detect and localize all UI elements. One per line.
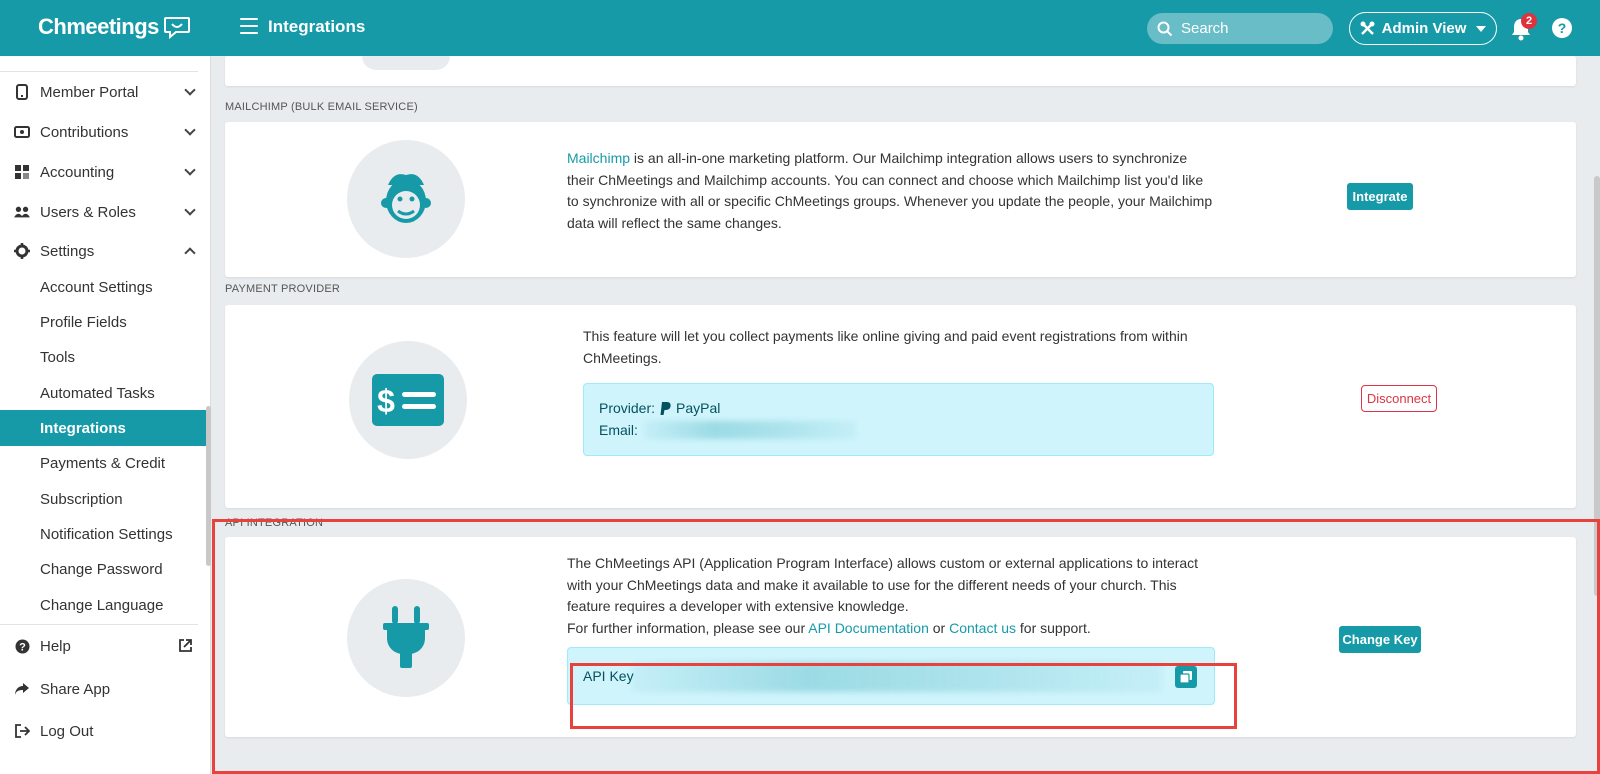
grid-icon: [14, 164, 30, 180]
disconnect-button[interactable]: Disconnect: [1361, 385, 1437, 412]
payment-description: This feature will let you collect paymen…: [583, 328, 1188, 366]
search-box[interactable]: [1147, 13, 1333, 44]
tools-icon: [1360, 21, 1375, 35]
mailchimp-card: Mailchimp is an all-in-one marketing pla…: [225, 122, 1576, 277]
help-icon[interactable]: ?: [1552, 18, 1572, 38]
copy-icon: [1180, 671, 1192, 683]
logo-chat-icon: [163, 17, 190, 39]
mailchimp-description: Mailchimp is an all-in-one marketing pla…: [567, 150, 1213, 231]
chevron-down-icon: [184, 124, 196, 136]
api-key-box: API Key: [567, 647, 1215, 705]
sidebar-subitem-tools[interactable]: Tools: [0, 339, 211, 375]
section-label-payment-provider: PAYMENT PROVIDER: [225, 283, 341, 295]
logout-icon: [14, 723, 30, 739]
svg-text:?: ?: [19, 641, 26, 653]
search-icon: [1157, 21, 1173, 36]
paypal-icon: [660, 401, 671, 415]
logo[interactable]: Chmeetings: [38, 14, 191, 40]
sidebar-item-share-app[interactable]: Share App: [0, 671, 211, 707]
caret-down-icon: [1476, 25, 1487, 32]
question-icon: ?: [14, 638, 30, 654]
chevron-up-icon: [184, 247, 196, 259]
users-icon: [14, 204, 30, 220]
share-icon: [14, 681, 30, 697]
icon-circle: [347, 579, 465, 697]
sidebar-subitem-profile-fields[interactable]: Profile Fields: [0, 304, 211, 340]
sidebar-item-contributions[interactable]: Contributions: [0, 114, 211, 150]
money-bill-icon: $: [372, 374, 444, 426]
svg-text:$: $: [377, 383, 395, 419]
top-bar: Chmeetings Integrations Admin View 2 ?: [0, 0, 1600, 56]
main-content: MAILCHIMP (BULK EMAIL SERVICE) Mailchimp…: [211, 56, 1600, 774]
section-label-mailchimp: MAILCHIMP (BULK EMAIL SERVICE): [225, 101, 418, 113]
sidebar-item-log-out[interactable]: Log Out: [0, 713, 211, 749]
integrate-button[interactable]: Integrate: [1347, 183, 1413, 210]
chevron-down-icon: [184, 204, 196, 216]
api-key-label: API Key: [583, 668, 634, 684]
sidebar-item-accounting[interactable]: Accounting: [0, 154, 211, 190]
sidebar-subitem-integrations[interactable]: Integrations: [0, 410, 211, 446]
external-link-icon: [178, 638, 193, 657]
page-title: Integrations: [268, 17, 366, 36]
sidebar-subitem-change-password[interactable]: Change Password: [0, 551, 211, 587]
sidebar-item-member-portal[interactable]: Member Portal: [0, 74, 211, 110]
notification-badge: 2: [1521, 13, 1537, 29]
sidebar-subitem-automated-tasks[interactable]: Automated Tasks: [0, 375, 211, 411]
sidebar: Member Portal Contributions Accounting U…: [0, 56, 211, 774]
payment-provider-card: $ This feature will let you collect paym…: [225, 305, 1576, 508]
sidebar-subitem-change-language[interactable]: Change Language: [0, 587, 211, 623]
icon-circle: $: [349, 341, 467, 459]
api-documentation-link[interactable]: API Documentation: [808, 620, 929, 636]
gear-icon: [14, 243, 30, 259]
payment-provider-info-box: Provider: PayPal Email:: [583, 383, 1214, 456]
api-description: The ChMeetings API (Application Program …: [567, 553, 1217, 639]
mobile-icon: [14, 84, 30, 100]
chevron-down-icon: [184, 164, 196, 176]
hamburger-menu-icon[interactable]: [240, 18, 258, 34]
api-further-info: For further information, please see our …: [567, 619, 1091, 636]
copy-api-key-button[interactable]: [1175, 666, 1197, 688]
email-row: Email:: [599, 421, 856, 439]
admin-view-button[interactable]: Admin View: [1349, 12, 1497, 45]
sidebar-item-help[interactable]: ? Help: [0, 628, 211, 664]
money-icon: [14, 124, 30, 140]
mailchimp-link[interactable]: Mailchimp: [567, 150, 630, 166]
api-integration-card: The ChMeetings API (Application Program …: [225, 537, 1576, 737]
api-key-value-redacted: [632, 662, 1162, 692]
provider-row: Provider: PayPal: [599, 400, 721, 416]
sidebar-item-users-roles[interactable]: Users & Roles: [0, 194, 211, 230]
sidebar-subitem-subscription[interactable]: Subscription: [0, 481, 211, 517]
sidebar-subitem-account-settings[interactable]: Account Settings: [0, 269, 211, 305]
mailchimp-logo-icon: [381, 174, 431, 223]
admin-view-label: Admin View: [1381, 20, 1467, 37]
sidebar-subitem-payments-credit[interactable]: Payments & Credit: [0, 445, 211, 481]
main-scrollbar[interactable]: [1594, 176, 1600, 596]
plug-icon: [383, 606, 429, 668]
integration-card-previous: [225, 56, 1576, 86]
sidebar-item-settings[interactable]: Settings: [0, 233, 211, 269]
contact-us-link[interactable]: Contact us: [949, 620, 1016, 636]
section-label-api-integration: API INTEGRATION: [225, 517, 324, 529]
sidebar-subitem-notification-settings[interactable]: Notification Settings: [0, 516, 211, 552]
sidebar-divider: [0, 71, 198, 72]
chevron-down-icon: [184, 84, 196, 96]
sidebar-divider: [0, 624, 198, 625]
change-key-button[interactable]: Change Key: [1339, 626, 1421, 653]
search-input[interactable]: [1181, 20, 1321, 37]
icon-circle: [347, 140, 465, 258]
email-value-redacted: [643, 421, 856, 439]
icon-circle: [362, 56, 450, 70]
